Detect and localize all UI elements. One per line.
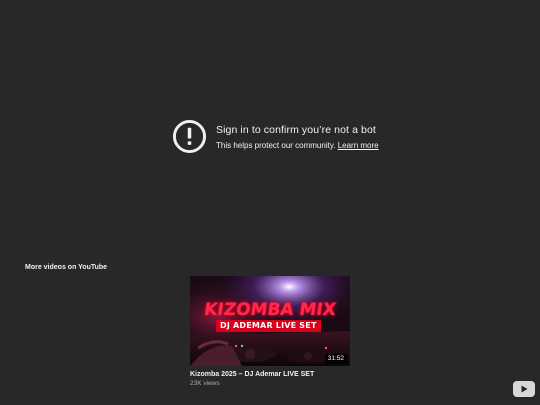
bot-check-subtitle: This helps protect our community. Learn … [216, 141, 379, 151]
youtube-logo-icon[interactable] [513, 381, 535, 397]
bot-check-message: Sign in to confirm you’re not a bot This… [172, 119, 379, 154]
thumbnail-title-text: KIZOMBA MIX [202, 300, 338, 320]
alert-circle-icon [172, 119, 207, 154]
video-title[interactable]: Kizomba 2025 – DJ Ademar LIVE SET [190, 370, 350, 379]
video-thumbnail[interactable]: KIZOMBA MIX DJ ADEMAR LIVE SET 31:52 [190, 276, 350, 366]
thumbnail-subtitle-text: DJ ADEMAR LIVE SET [216, 320, 321, 332]
learn-more-link[interactable]: Learn more [338, 141, 379, 150]
more-videos-heading: More videos on YouTube [25, 264, 108, 271]
video-views: 23K views [190, 380, 220, 387]
embedded-player: Sign in to confirm you’re not a bot This… [0, 0, 540, 405]
bot-check-text: Sign in to confirm you’re not a bot This… [216, 124, 379, 151]
bot-check-subtitle-text: This helps protect our community. [216, 141, 336, 150]
bot-check-title: Sign in to confirm you’re not a bot [216, 124, 376, 136]
video-duration: 31:52 [324, 354, 347, 364]
video-card[interactable]: KIZOMBA MIX DJ ADEMAR LIVE SET 31:52 Kiz… [190, 276, 350, 388]
